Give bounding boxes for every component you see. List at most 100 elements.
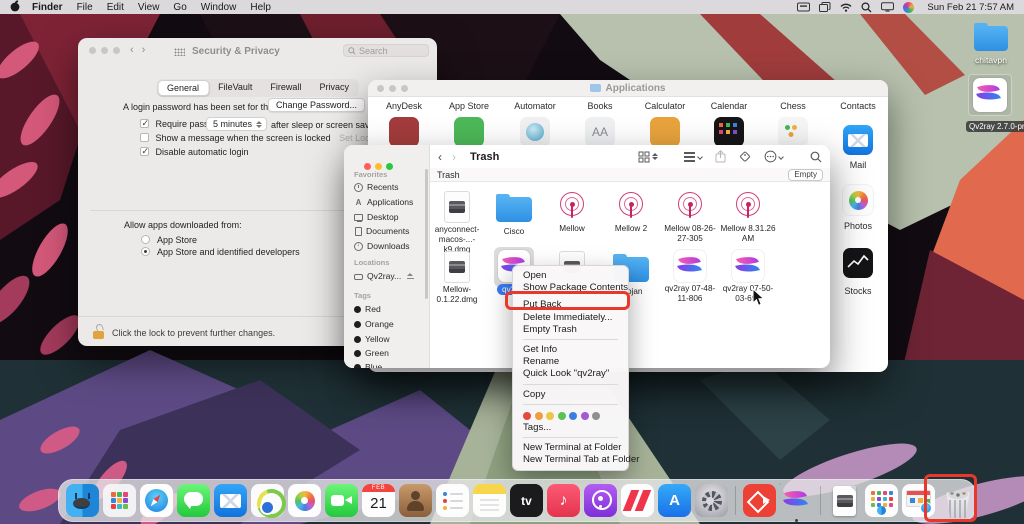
menu-help[interactable]: Help (250, 2, 271, 13)
dock-appletv-icon[interactable]: tv (510, 484, 543, 517)
back-forward-buttons[interactable]: ‹› (130, 44, 153, 56)
sidebar-item-downloads[interactable]: Downloads (354, 241, 410, 251)
dock-applications-stack-icon[interactable] (865, 484, 898, 517)
windows-stack-status-icon[interactable] (819, 2, 831, 12)
sidebar-tag-orange[interactable]: Orange (354, 319, 394, 329)
security-titlebar[interactable]: ‹› Security & Privacy Search (78, 38, 437, 64)
menu-edit[interactable]: Edit (107, 2, 124, 13)
dock-launchpad-icon[interactable] (103, 484, 136, 517)
keyboard-status-icon[interactable] (797, 2, 810, 12)
dock-contacts-icon[interactable] (399, 484, 432, 517)
share-button[interactable] (715, 150, 726, 163)
app-label-appstore[interactable]: App Store (438, 101, 500, 111)
dock-facetime-icon[interactable] (325, 484, 358, 517)
menu-item-quick-look[interactable]: Quick Look "qv2ray" (513, 368, 628, 380)
file-cisco-folder[interactable]: Cisco (485, 190, 543, 237)
dock-appstore-icon[interactable]: A (658, 484, 691, 517)
close-button[interactable] (89, 47, 96, 54)
menu-file[interactable]: File (77, 2, 93, 13)
menu-item-new-terminal[interactable]: New Terminal at Folder (513, 442, 628, 454)
mail-app-icon[interactable] (843, 125, 873, 155)
books-app-icon[interactable]: AA (585, 117, 615, 147)
sidebar-item-qv2ray-volume[interactable]: Qv2ray... (354, 271, 414, 281)
menu-item-open[interactable]: Open (513, 270, 628, 282)
mail-app-label[interactable]: Mail (828, 160, 888, 170)
tab-firewall[interactable]: Firewall (261, 80, 310, 96)
tag-gray-dot[interactable] (592, 412, 600, 420)
photos-app-icon[interactable] (843, 185, 873, 215)
dock-qv2ray-icon[interactable] (780, 484, 813, 517)
require-password-checkbox[interactable] (140, 119, 149, 128)
close-button[interactable] (364, 163, 371, 170)
dock-system-preferences-icon[interactable] (695, 484, 728, 517)
file-mellow-dmg[interactable]: Mellow-0.1.22.dmg (428, 250, 486, 305)
dock-calendar-icon[interactable]: FEB 21 (362, 484, 395, 517)
identified-developers-radio[interactable] (141, 247, 150, 256)
app-label-calendar[interactable]: Calendar (698, 101, 760, 111)
search-field[interactable]: Search (343, 44, 429, 57)
file-mellow-2[interactable]: Mellow 2 (602, 190, 660, 234)
sidebar-tag-red[interactable]: Red (354, 304, 381, 314)
dock-anydesk-icon[interactable] (743, 484, 776, 517)
apple-menu-icon[interactable] (10, 0, 20, 15)
empty-trash-button[interactable]: Empty (788, 169, 823, 181)
app-label-chess[interactable]: Chess (762, 101, 824, 111)
app-store-app-icon[interactable] (454, 117, 484, 147)
menu-item-delete-immediately[interactable]: Delete Immediately... (513, 312, 628, 324)
search-button[interactable] (810, 151, 822, 163)
desktop-icon-qv2ray[interactable]: Qv2ray 2.7.0-pre2 (966, 74, 1014, 134)
app-label-calculator[interactable]: Calculator (634, 101, 696, 111)
app-label-automator[interactable]: Automator (504, 101, 566, 111)
forward-button[interactable]: › (452, 150, 456, 164)
tab-general[interactable]: General (157, 80, 209, 96)
require-interval-select[interactable]: 5 minutes (206, 117, 267, 131)
file-mellow-83126[interactable]: Mellow 8.31.26 AM (719, 190, 777, 244)
menu-item-new-terminal-tab[interactable]: New Terminal Tab at Folder (513, 454, 628, 466)
file-mellow-08-26[interactable]: Mellow 08-26-27-305 (661, 190, 719, 244)
dock-mail-icon[interactable] (214, 484, 247, 517)
dock-photos-icon[interactable] (288, 484, 321, 517)
menu-item-get-info[interactable]: Get Info (513, 344, 628, 356)
change-password-button[interactable]: Change Password... (268, 98, 365, 112)
file-mellow[interactable]: Mellow (543, 190, 601, 234)
app-label-anydesk[interactable]: AnyDesk (373, 101, 435, 111)
group-button[interactable] (683, 151, 702, 163)
dock-music-icon[interactable]: ♪ (547, 484, 580, 517)
more-actions-button[interactable] (764, 150, 783, 163)
dock-podcasts-icon[interactable] (584, 484, 617, 517)
menu-item-tags[interactable]: Tags... (513, 422, 628, 434)
stocks-app-label[interactable]: Stocks (828, 286, 888, 296)
tag-green-dot[interactable] (558, 412, 566, 420)
desktop-icon-chitavpn[interactable]: chitavpn (971, 26, 1011, 65)
sidebar-item-recents[interactable]: Recents (354, 182, 399, 192)
tag-red-dot[interactable] (523, 412, 531, 420)
zoom-button[interactable] (113, 47, 120, 54)
sidebar-tag-blue[interactable]: Blue (354, 362, 382, 368)
minimize-button[interactable] (375, 163, 382, 170)
tag-purple-dot[interactable] (581, 412, 589, 420)
applications-titlebar[interactable]: Applications (368, 80, 888, 97)
zoom-button[interactable] (386, 163, 393, 170)
menu-bar-clock[interactable]: Sun Feb 21 7:57 AM (927, 2, 1014, 13)
disable-auto-login-checkbox[interactable] (140, 147, 149, 156)
file-qv2ray-0748[interactable]: qv2ray 07-48-11-806 (661, 250, 719, 304)
tab-privacy[interactable]: Privacy (310, 80, 358, 96)
tag-yellow-dot[interactable] (546, 412, 554, 420)
file-qv2ray-0750[interactable]: qv2ray 07-50-03-692 (719, 250, 777, 304)
display-status-icon[interactable] (881, 2, 894, 12)
dock-reminders-icon[interactable] (436, 484, 469, 517)
dock-notes-icon[interactable] (473, 484, 506, 517)
dock-messages-icon[interactable] (177, 484, 210, 517)
dock-safari-icon[interactable] (140, 484, 173, 517)
dock-vpn-app-icon[interactable] (251, 484, 284, 517)
app-label-books[interactable]: Books (569, 101, 631, 111)
dock-dmg-document-icon[interactable] (828, 484, 861, 517)
tag-button[interactable] (739, 151, 751, 163)
calendar-app-icon[interactable] (714, 117, 744, 147)
wifi-icon[interactable] (840, 3, 852, 12)
dock-news-icon[interactable] (621, 484, 654, 517)
menu-item-rename[interactable]: Rename (513, 356, 628, 368)
anydesk-app-icon[interactable] (389, 117, 419, 147)
sidebar-item-desktop[interactable]: Desktop (354, 212, 399, 222)
photos-app-label[interactable]: Photos (828, 221, 888, 231)
